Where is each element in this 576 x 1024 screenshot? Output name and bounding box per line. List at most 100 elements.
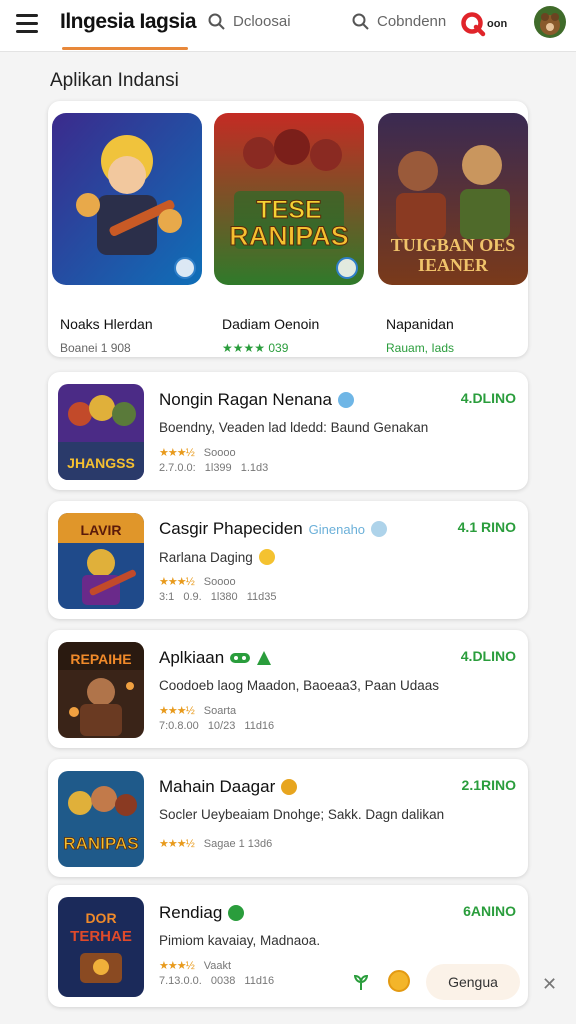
app-name-row: Casgir Phapeciden Ginenaho (159, 519, 388, 539)
featured-app-meta: Boanei 1 908 (60, 341, 131, 355)
app-title: Ilngesia Iagsia (60, 10, 197, 33)
brand-logo-text: oon (487, 18, 508, 30)
search-label-secondary: Cobndenn (377, 13, 447, 30)
app-rating-row: ★★★½ Soooo (159, 446, 236, 460)
play-store-icon (257, 651, 272, 665)
svg-text:TESE: TESE (256, 196, 321, 224)
app-price[interactable]: 4.DLINO (461, 390, 516, 406)
rating-text: Soarta (203, 704, 237, 717)
app-version-info: 3:1 0.9. 1l380 11d35 (159, 591, 277, 603)
featured-app-meta: ★★★★ 039 (222, 341, 289, 355)
star-rating-icon: ★★★½ (159, 447, 195, 459)
hamburger-menu-icon[interactable] (16, 14, 38, 34)
app-thumbnail: LAVIR (58, 513, 144, 609)
app-description: Socler Ueybeaiam Dnohge; Sakk. Dagn dali… (159, 807, 445, 822)
gamepad-icon (230, 653, 251, 663)
app-description: Coodoeb laog Maadon, Baoeaa3, Paan Udaas (159, 678, 439, 693)
app-name: Nongin Ragan Nenana (159, 390, 332, 409)
app-name-row: Rendiag (159, 903, 245, 923)
featured-app-card[interactable]: TESE RANIPAS Dadiam Oenoin ★★★★ 039 (214, 113, 364, 355)
app-rating-row: ★★★½ Sagae 1 13d6 (159, 837, 273, 851)
rating-text: Sagae 1 13d6 (203, 837, 273, 850)
svg-text:JHANGSS: JHANGSS (67, 455, 135, 471)
bottom-action-button[interactable]: Gengua (426, 964, 520, 1000)
rating-text: Soooo (203, 446, 236, 459)
app-name: Casgir Phapeciden (159, 519, 303, 538)
svg-text:IEANER: IEANER (418, 255, 489, 275)
svg-text:LAVIR: LAVIR (81, 522, 122, 538)
app-rating-row: ★★★½ Soooo (159, 575, 236, 589)
svg-text:RANIPAS: RANIPAS (63, 834, 138, 853)
app-name: Rendiag (159, 903, 223, 922)
featured-app-name: Napanidan (386, 316, 454, 332)
featured-app-name: Noaks Hlerdan (60, 316, 153, 332)
star-rating-icon: ★★★½ (159, 838, 195, 850)
active-tab-indicator (62, 47, 188, 50)
star-rating-icon: ★★★½ (159, 576, 195, 588)
list-item[interactable]: JHANGSS Nongin Ragan Nenana Boendny, Vea… (48, 372, 528, 490)
app-description: Rarlana Daging (159, 549, 253, 565)
app-thumbnail: RANIPAS (58, 771, 144, 867)
search-label-primary: Dcloosai (233, 13, 291, 30)
app-thumbnail: DOR TERHAE (58, 897, 144, 997)
list-item[interactable]: REPAIHE Aplkiaan Coodoeb laog Maadon, Ba… (48, 630, 528, 748)
featured-app-name: Dadiam Oenoin (222, 316, 320, 332)
section-title: Aplikan Indansi (50, 70, 179, 91)
search-button-secondary[interactable]: Cobndenn (352, 13, 446, 30)
app-price[interactable]: 2.1RINO (462, 777, 516, 793)
featured-app-meta: Rauam, Iads (386, 341, 455, 355)
featured-app-card[interactable]: Noaks Hlerdan Boanei 1 908 (52, 113, 202, 355)
avatar[interactable] (534, 6, 566, 38)
verified-icon (371, 521, 388, 537)
app-rating-row: ★★★½ Vaakt (159, 959, 232, 973)
rating-text: Vaakt (203, 959, 232, 972)
svg-text:TERHAE: TERHAE (70, 928, 132, 945)
featured-app-image (52, 113, 202, 285)
list-item[interactable]: RANIPAS Mahain Daagar Socler Ueybeaiam D… (48, 759, 528, 877)
app-thumbnail: REPAIHE (58, 642, 144, 738)
search-button-primary[interactable]: Dcloosai (208, 13, 291, 30)
verified-badge-icon (336, 257, 358, 279)
coin-icon[interactable] (388, 970, 410, 992)
top-bar: Ilngesia Iagsia Dcloosai Cobndenn oon (0, 0, 576, 52)
app-name-row: Mahain Daagar (159, 777, 298, 797)
sprout-icon[interactable] (351, 972, 371, 992)
app-version-info: 7.13.0.0. 0038 11d16 (159, 975, 275, 987)
featured-app-image: TUIGBAN OES IEANER (378, 113, 528, 285)
app-version-info: 7:0.8.00 10/23 11d16 (159, 720, 275, 732)
star-rating-icon: ★★★½ (159, 705, 195, 717)
app-name-row: Aplkiaan (159, 648, 272, 668)
app-name: Aplkiaan (159, 648, 225, 667)
app-description-row: Rarlana Daging (159, 549, 275, 565)
app-price[interactable]: 4.DLINO (461, 648, 516, 664)
search-icon (352, 13, 369, 30)
close-icon[interactable]: ✕ (542, 974, 557, 995)
star-rating-icon: ★★★½ (159, 960, 195, 972)
app-description: Pimiom kavaiay, Madnaoa. (159, 933, 321, 948)
emoji-icon (258, 549, 275, 565)
q-logo-icon (461, 12, 486, 37)
svg-text:RANIPAS: RANIPAS (229, 221, 349, 251)
list-item[interactable]: LAVIR Casgir Phapeciden Ginenaho Rarlana… (48, 501, 528, 619)
verified-badge-icon (174, 257, 196, 279)
featured-app-card[interactable]: TUIGBAN OES IEANER Napanidan Rauam, Iads (378, 113, 528, 355)
verified-icon (228, 905, 245, 921)
search-icon (208, 13, 225, 30)
emoji-icon (281, 779, 298, 795)
svg-text:REPAIHE: REPAIHE (70, 651, 131, 667)
app-name: Mahain Daagar (159, 777, 276, 796)
svg-text:TUIGBAN OES: TUIGBAN OES (391, 235, 516, 255)
app-thumbnail: JHANGSS (58, 384, 144, 480)
app-price[interactable]: 4.1 RINO (458, 519, 516, 535)
app-version-info: 2.7.0.0: 1l399 1.1d3 (159, 462, 269, 474)
featured-app-image: TESE RANIPAS (214, 113, 364, 285)
rating-text: Soooo (203, 575, 236, 588)
verified-icon (337, 392, 354, 408)
featured-carousel: Noaks Hlerdan Boanei 1 908 TESE RANIPAS … (48, 101, 528, 357)
app-tagline: Ginenaho (308, 521, 366, 537)
app-name-row: Nongin Ragan Nenana (159, 390, 354, 410)
app-description: Boendny, Veaden lad ldedd: Baund Genakan (159, 420, 429, 435)
brand-logo-button[interactable]: oon (460, 11, 507, 37)
app-price[interactable]: 6ANINO (463, 903, 516, 919)
app-rating-row: ★★★½ Soarta (159, 704, 237, 718)
